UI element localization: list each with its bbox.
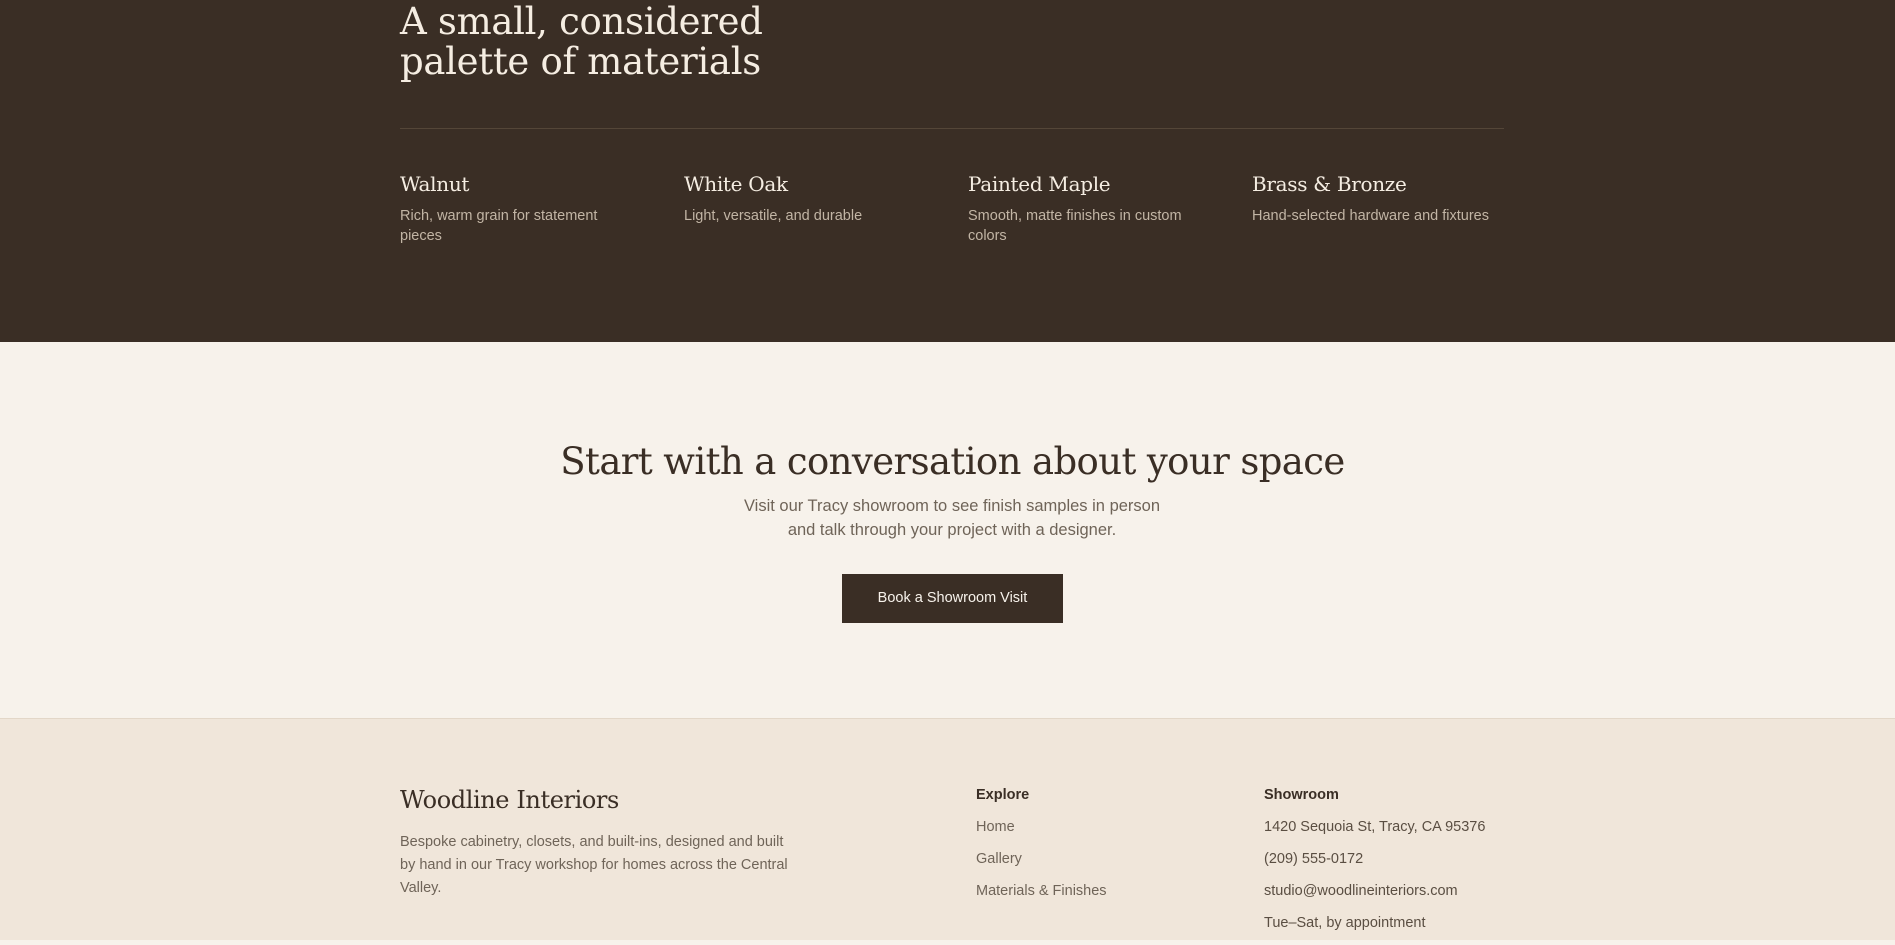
material-name: Painted Maple (968, 172, 1111, 196)
materials-heading: A small, considered palette of materials (400, 2, 820, 82)
material-description: Hand-selected hardware and fixtures (1252, 208, 1489, 224)
footer-showroom-heading: Showroom (1264, 787, 1339, 803)
showroom-phone[interactable]: (209) 555-0172 (1264, 849, 1485, 881)
footer-description: Bespoke cabinetry, closets, and built-in… (400, 834, 788, 896)
footer-link-home[interactable]: Home (976, 817, 1107, 849)
footer-explore-heading: Explore (976, 787, 1030, 803)
cta-section: Start with a conversation about your spa… (0, 342, 1895, 718)
material-description: Rich, warm grain for statement pieces (400, 208, 598, 244)
material-item-brass-bronze: Brass & Bronze Hand-selected hardware an… (1252, 171, 1492, 226)
materials-section: A small, considered palette of materials… (0, 0, 1895, 342)
footer-link-gallery[interactable]: Gallery (976, 849, 1107, 881)
cta-heading: Start with a conversation about your spa… (560, 440, 1345, 483)
material-item-painted-maple: Painted Maple Smooth, matte finishes in … (968, 171, 1208, 246)
materials-heading-line-2: palette of materials (400, 40, 761, 83)
section-divider (400, 128, 1504, 129)
material-name: Brass & Bronze (1252, 172, 1407, 196)
showroom-address: 1420 Sequoia St, Tracy, CA 95376 (1264, 819, 1486, 835)
footer-explore-nav: Explore Home Gallery Materials & Finishe… (976, 785, 1107, 913)
footer-brand-name: Woodline Interiors (400, 786, 619, 814)
footer-link-materials-finishes[interactable]: Materials & Finishes (976, 881, 1107, 913)
showroom-email[interactable]: studio@woodlineinteriors.com (1264, 881, 1485, 913)
site-footer: Woodline Interiors Bespoke cabinetry, cl… (0, 718, 1895, 940)
material-description: Smooth, matte finishes in custom colors (968, 208, 1182, 244)
material-name: Walnut (400, 172, 470, 196)
material-name: White Oak (684, 172, 788, 196)
material-item-white-oak: White Oak Light, versatile, and durable (684, 171, 924, 226)
material-item-walnut: Walnut Rich, warm grain for statement pi… (400, 171, 640, 246)
materials-heading-line-1: A small, considered (400, 0, 763, 43)
material-description: Light, versatile, and durable (684, 208, 863, 224)
book-showroom-visit-button[interactable]: Book a Showroom Visit (842, 574, 1063, 623)
cta-description: Visit our Tracy showroom to see finish s… (743, 497, 1161, 539)
footer-showroom-info: Showroom 1420 Sequoia St, Tracy, CA 9537… (1264, 785, 1485, 945)
showroom-hours: Tue–Sat, by appointment (1264, 915, 1426, 931)
